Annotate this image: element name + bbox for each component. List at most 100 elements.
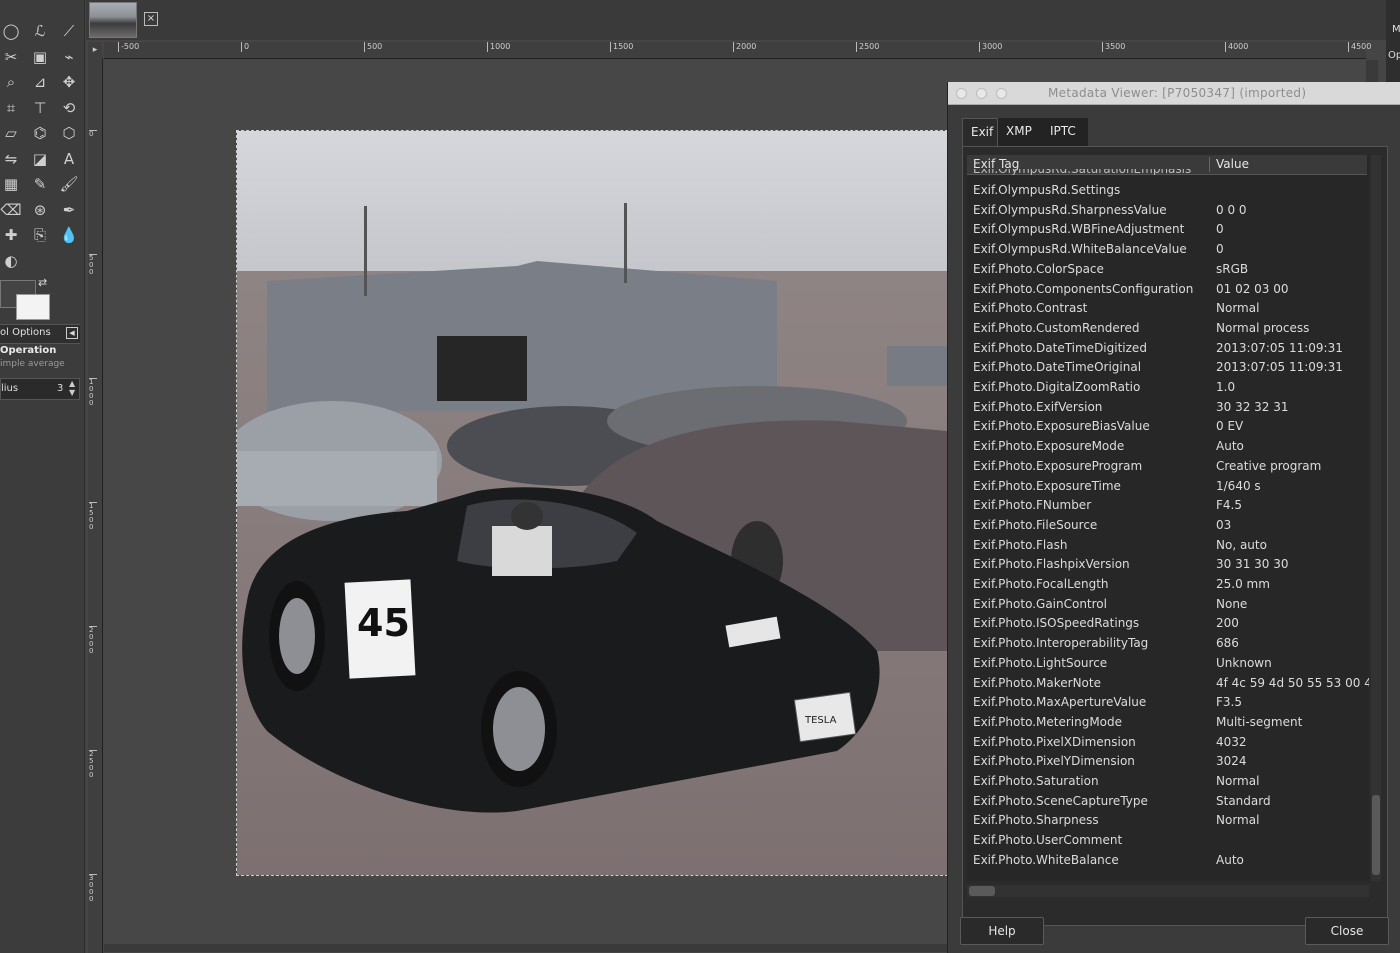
image-tab-thumbnail[interactable]	[89, 2, 137, 38]
exif-table[interactable]: Exif.OlympusRd.Settings Exif.OlympusRd.Sh…	[967, 155, 1369, 881]
close-button[interactable]: Close	[1305, 917, 1389, 945]
table-row[interactable]: Exif.Photo.UserComment	[967, 831, 1367, 850]
table-row[interactable]: Exif.Photo.InteroperabilityTag 686	[967, 634, 1367, 653]
table-row[interactable]: Exif.Photo.LightSource Unknown	[967, 654, 1367, 673]
table-row[interactable]: Exif.Photo.CustomRendered Normal process	[967, 319, 1367, 338]
canvas-vertical-scrollbar[interactable]	[1366, 60, 1378, 82]
shear-icon[interactable]: ▱	[0, 122, 22, 144]
ink-icon[interactable]: ✒	[58, 199, 80, 221]
free-select-icon[interactable]: ℒ	[29, 20, 51, 42]
table-vertical-scrollbar[interactable]	[1371, 155, 1381, 881]
table-row[interactable]: Exif.Photo.DateTimeOriginal 2013:07:05 11…	[967, 358, 1367, 377]
scissors-select-icon[interactable]: ✂	[0, 46, 22, 68]
table-row[interactable]: Exif.Photo.DateTimeDigitized 2013:07:05 1…	[967, 339, 1367, 358]
table-row[interactable]: Exif.Photo.ExposureTime 1/640 s	[967, 477, 1367, 496]
smudge-icon[interactable]: 💧	[58, 224, 80, 246]
table-row[interactable]: Exif.Photo.ExposureProgram Creative progr…	[967, 457, 1367, 476]
tab-exif[interactable]: Exif	[962, 118, 998, 146]
table-row[interactable]: Exif.Photo.ComponentsConfiguration 01 02 …	[967, 280, 1367, 299]
crop-icon[interactable]: ⌗	[0, 97, 22, 119]
paintbrush-icon[interactable]: 🖌	[58, 173, 80, 195]
table-row[interactable]: Exif.Photo.WhiteBalance Auto	[967, 851, 1367, 870]
table-row[interactable]: Exif.Photo.FNumber F4.5	[967, 496, 1367, 515]
table-row[interactable]: Exif.Photo.FocalLength 25.0 mm	[967, 575, 1367, 594]
scrollbar-thumb[interactable]	[969, 886, 995, 896]
table-row[interactable]: Exif.Photo.ExifVersion 30 32 32 31	[967, 398, 1367, 417]
airbrush-icon[interactable]: ⊛	[29, 199, 51, 221]
table-horizontal-scrollbar[interactable]	[967, 885, 1369, 897]
vertical-ruler[interactable]: 0 500 1000 1500 2000 2500 3000	[88, 58, 103, 953]
table-row[interactable]: Exif.Photo.Contrast Normal	[967, 299, 1367, 318]
measure-icon[interactable]: ⊿	[29, 71, 51, 93]
tab-xmp[interactable]: XMP	[998, 118, 1042, 146]
horizontal-ruler[interactable]: -500 0 500 1000 1500 2000 2500 3000 3500 4000 4500	[104, 42, 1371, 59]
tab-menu-icon[interactable]: ◀	[66, 327, 78, 339]
exif-tag-cell: Exif.Photo.UserComment	[973, 833, 1123, 848]
canvas-horizontal-scrollbar[interactable]	[104, 944, 954, 952]
minimize-window-icon[interactable]	[976, 88, 987, 99]
exif-value-cell: Creative program	[1216, 458, 1322, 473]
table-row[interactable]: Exif.OlympusRd.WBFineAdjustment 0	[967, 220, 1367, 239]
quick-mask-toggle[interactable]: ▸	[88, 42, 102, 58]
paths-icon[interactable]: ⌁	[58, 46, 80, 68]
column-header-value[interactable]: Value	[1216, 157, 1249, 171]
exif-value-cell: 0	[1216, 242, 1224, 257]
table-row[interactable]: Exif.Photo.PixelYDimension 3024	[967, 752, 1367, 771]
flip-icon[interactable]: ⇋	[0, 148, 22, 170]
scrollbar-thumb[interactable]	[1372, 795, 1380, 875]
eraser-icon[interactable]: ⌫	[0, 199, 22, 221]
exif-value-cell: 0 EV	[1216, 419, 1244, 434]
maximize-window-icon[interactable]	[996, 88, 1007, 99]
table-row[interactable]: Exif.Photo.FileSource 03	[967, 516, 1367, 535]
zoom-icon[interactable]: ⌕	[0, 71, 22, 93]
table-row[interactable]: Exif.Photo.FlashpixVersion 30 31 30 30	[967, 555, 1367, 574]
clone-icon[interactable]: ⎘	[29, 224, 51, 246]
table-row[interactable]: Exif.Photo.Saturation Normal	[967, 772, 1367, 791]
blend-icon[interactable]: ▦	[0, 173, 22, 195]
column-separator[interactable]	[1209, 157, 1210, 172]
table-row[interactable]: Exif.Photo.ExposureBiasValue 0 EV	[967, 417, 1367, 436]
exif-tag-cell: Exif.Photo.GainControl	[973, 596, 1107, 611]
align-icon[interactable]: ⊤	[29, 97, 51, 119]
table-row[interactable]: Exif.Photo.MeteringMode Multi-segment	[967, 713, 1367, 732]
table-row[interactable]: Exif.Photo.SceneCaptureType Standard	[967, 792, 1367, 811]
cage-icon[interactable]: ⌬	[29, 122, 51, 144]
table-row[interactable]: Exif.OlympusRd.SharpnessValue 0 0 0	[967, 201, 1367, 220]
tool-options-tab[interactable]: ol Options ◀	[0, 324, 80, 344]
table-row[interactable]: Exif.Photo.ISOSpeedRatings 200	[967, 614, 1367, 633]
table-row[interactable]: Exif.Photo.GainControl None	[967, 595, 1367, 614]
background-color-swatch[interactable]	[16, 294, 50, 320]
table-row[interactable]: Exif.OlympusRd.Settings	[967, 181, 1367, 200]
close-window-icon[interactable]	[956, 88, 967, 99]
foreground-select-icon[interactable]: ▣	[29, 46, 51, 68]
image-canvas-photo[interactable]: 45 TESLA	[236, 130, 948, 876]
table-row[interactable]: Exif.Photo.ExposureMode Auto	[967, 437, 1367, 456]
pencil-icon[interactable]: ✎	[29, 173, 51, 195]
close-image-tab-icon[interactable]: ×	[144, 12, 158, 26]
fuzzy-select-icon[interactable]: ⟋	[58, 20, 80, 42]
help-button[interactable]: Help	[960, 917, 1044, 945]
spin-arrows-icon[interactable]: ▲ ▼	[69, 379, 75, 397]
table-row[interactable]: Exif.Photo.DigitalZoomRatio 1.0	[967, 378, 1367, 397]
dialog-titlebar[interactable]: Metadata Viewer: [P7050347] (imported)	[948, 82, 1400, 105]
table-row[interactable]: Exif.Photo.ColorSpace sRGB	[967, 260, 1367, 279]
table-row[interactable]: Exif.Photo.Flash No, auto	[967, 536, 1367, 555]
radius-spinner[interactable]: lius 3 ▲ ▼	[0, 378, 80, 400]
table-row[interactable]: Exif.Photo.Sharpness Normal	[967, 811, 1367, 830]
heal-icon[interactable]: ✚	[0, 224, 22, 246]
perspective-icon[interactable]: ⬡	[58, 122, 80, 144]
bucket-fill-icon[interactable]: ◪	[29, 148, 51, 170]
rotate-icon[interactable]: ⟲	[58, 97, 80, 119]
radius-value[interactable]: 3	[57, 383, 63, 394]
table-row[interactable]: Exif.Photo.MakerNote 4f 4c 59 4d 50 55 53…	[967, 674, 1369, 693]
swap-colors-icon[interactable]: ⇄	[38, 276, 47, 289]
table-row[interactable]: Exif.Photo.PixelXDimension 4032	[967, 733, 1367, 752]
table-row[interactable]: Exif.OlympusRd.WhiteBalanceValue 0	[967, 240, 1367, 259]
ruler-tick-label: 1500	[610, 42, 633, 52]
text-icon[interactable]: A	[58, 148, 80, 170]
dodge-burn-icon[interactable]: ◐	[0, 250, 22, 272]
tab-iptc[interactable]: IPTC	[1042, 118, 1088, 146]
ellipse-select-icon[interactable]: ◯	[0, 20, 22, 42]
table-row[interactable]: Exif.Photo.MaxApertureValue F3.5	[967, 693, 1367, 712]
move-icon[interactable]: ✥	[58, 71, 80, 93]
